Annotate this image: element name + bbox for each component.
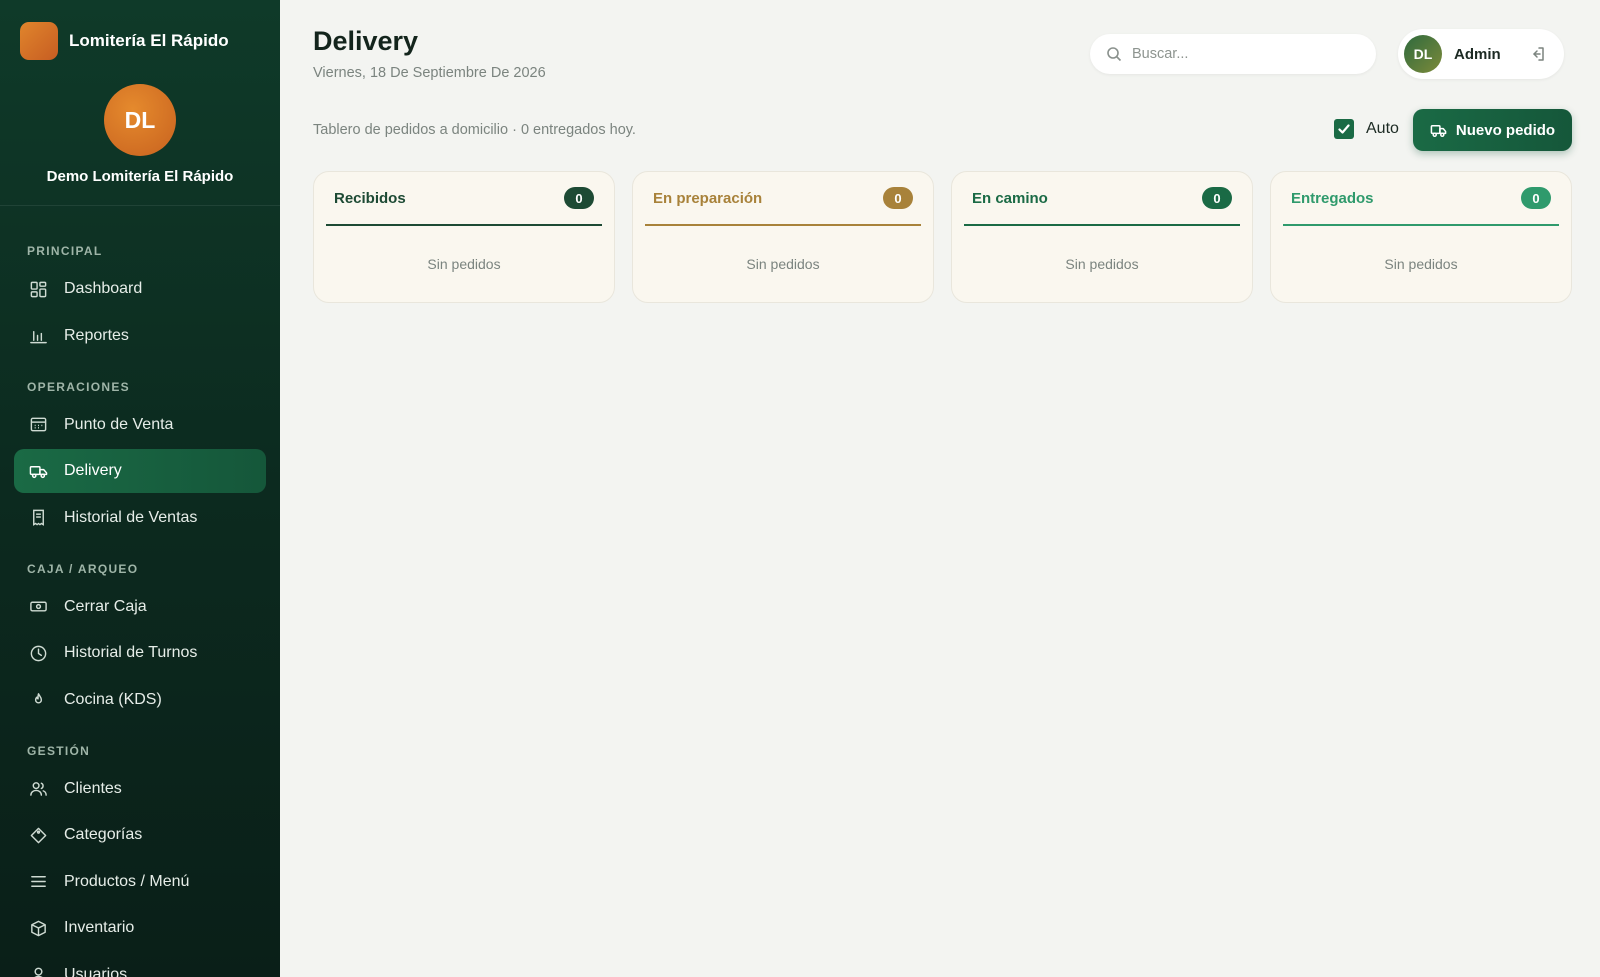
page-date: Viernes, 18 De Septiembre De 2026 bbox=[313, 65, 546, 81]
sidebar-item-inventario[interactable]: Inventario bbox=[14, 906, 266, 950]
sidebar-item-label: Categorías bbox=[64, 826, 143, 843]
column-title: En camino bbox=[972, 189, 1048, 207]
truck-icon bbox=[1430, 122, 1447, 139]
sidebar-item-historial-de-ventas[interactable]: Historial de Ventas bbox=[14, 496, 266, 540]
clock-icon bbox=[28, 643, 48, 663]
user-icon bbox=[28, 965, 48, 977]
board-column-en-camino: En camino 0 Sin pedidos bbox=[951, 171, 1253, 303]
sidebar-item-cocina-kds[interactable]: Cocina (KDS) bbox=[14, 678, 266, 722]
sidebar-item-usuarios[interactable]: Usuarios bbox=[14, 953, 266, 977]
column-empty-text: Sin pedidos bbox=[427, 256, 501, 272]
search-bar[interactable] bbox=[1090, 34, 1376, 74]
brand-logo bbox=[20, 22, 58, 60]
sidebar-item-reportes[interactable]: Reportes bbox=[14, 314, 266, 358]
checkbox-checked-icon[interactable] bbox=[1334, 119, 1354, 139]
column-header: Recibidos 0 bbox=[326, 172, 602, 226]
sidebar-item-punto-de-venta[interactable]: Punto de Venta bbox=[14, 403, 266, 447]
user-avatar: DL bbox=[1404, 35, 1442, 73]
sidebar-item-label: Dashboard bbox=[64, 280, 143, 297]
column-header: En preparación 0 bbox=[645, 172, 921, 226]
sidebar-item-historial-de-turnos[interactable]: Historial de Turnos bbox=[14, 631, 266, 675]
sidebar-nav: PRINCIPAL Dashboard Reportes OPERACIONES Pun… bbox=[0, 244, 280, 977]
column-empty-text: Sin pedidos bbox=[1384, 256, 1458, 272]
delivery-board: Recibidos 0 Sin pedidos En preparación 0 Sin … bbox=[313, 171, 1572, 303]
sidebar: Lomitería El Rápido DL Demo Lomitería El… bbox=[0, 0, 280, 977]
users-icon bbox=[28, 779, 48, 799]
board-column-en-preparacion: En preparación 0 Sin pedidos bbox=[632, 171, 934, 303]
column-title: Recibidos bbox=[334, 189, 406, 207]
auto-refresh-checkbox[interactable]: Auto bbox=[1334, 119, 1399, 139]
sidebar-item-label: Productos / Menú bbox=[64, 872, 190, 890]
column-title: En preparación bbox=[653, 189, 763, 207]
nav-section-title: PRINCIPAL bbox=[27, 244, 103, 258]
sidebar-item-dashboard[interactable]: Dashboard bbox=[14, 267, 266, 311]
brand-name: Lomitería El Rápido bbox=[69, 31, 229, 50]
sidebar-item-label: Cerrar Caja bbox=[64, 597, 147, 615]
column-count-badge: 0 bbox=[1202, 187, 1232, 209]
search-input[interactable] bbox=[1132, 46, 1352, 62]
brand[interactable]: Lomitería El Rápido bbox=[0, 0, 280, 60]
user-name: Admin bbox=[1454, 45, 1501, 63]
column-empty-text: Sin pedidos bbox=[746, 256, 820, 272]
box-icon bbox=[28, 918, 48, 938]
sidebar-item-categorias[interactable]: Categorías bbox=[14, 813, 266, 857]
sidebar-item-label: Historial de Turnos bbox=[64, 644, 198, 661]
column-header: Entregados 0 bbox=[1283, 172, 1559, 226]
column-title: Entregados bbox=[1291, 189, 1374, 207]
nav-section-title: OPERACIONES bbox=[27, 379, 130, 394]
sidebar-item-productos-menu[interactable]: Productos / Menú bbox=[14, 860, 266, 904]
sidebar-item-label: Historial de Ventas bbox=[64, 508, 198, 526]
column-count-badge: 0 bbox=[883, 187, 913, 209]
logout-icon[interactable] bbox=[1529, 45, 1547, 63]
search-icon bbox=[1106, 46, 1122, 62]
tag-icon bbox=[28, 825, 48, 845]
flame-icon bbox=[28, 690, 48, 710]
sidebar-item-label: Inventario bbox=[64, 919, 135, 936]
profile-name: Demo Lomitería El Rápido bbox=[46, 168, 234, 185]
column-header: En camino 0 bbox=[964, 172, 1240, 226]
sidebar-item-label: Clientes bbox=[64, 779, 122, 797]
main-content: Delivery Viernes, 18 De Septiembre De 20… bbox=[280, 0, 1600, 977]
profile: DL Demo Lomitería El Rápido bbox=[0, 60, 280, 206]
board-column-recibidos: Recibidos 0 Sin pedidos bbox=[313, 171, 615, 303]
nav-section-title: CAJA / ARQUEO bbox=[27, 561, 139, 576]
user-menu[interactable]: DL Admin bbox=[1398, 29, 1564, 79]
nav-section-title: GESTIÓN bbox=[27, 743, 91, 758]
receipt-icon bbox=[28, 508, 48, 528]
app-root: Lomitería El Rápido DL Demo Lomitería El… bbox=[0, 0, 1600, 977]
column-empty-text: Sin pedidos bbox=[1065, 256, 1139, 272]
auto-label: Auto bbox=[1366, 120, 1399, 137]
board-column-entregados: Entregados 0 Sin pedidos bbox=[1270, 171, 1572, 303]
sidebar-item-cerrar-caja[interactable]: Cerrar Caja bbox=[14, 585, 266, 629]
column-count-badge: 0 bbox=[564, 187, 594, 209]
sidebar-item-label: Reportes bbox=[64, 326, 129, 344]
bar-chart-icon bbox=[28, 326, 48, 346]
register-icon bbox=[28, 415, 48, 435]
sidebar-item-label: Cocina (KDS) bbox=[64, 690, 162, 708]
page-title: Delivery bbox=[313, 26, 419, 56]
grid-icon bbox=[28, 279, 48, 299]
sidebar-item-clientes[interactable]: Clientes bbox=[14, 767, 266, 811]
sidebar-item-label: Punto de Venta bbox=[64, 415, 174, 433]
menu-lines-icon bbox=[28, 872, 48, 892]
new-order-label: Nuevo pedido bbox=[1455, 121, 1556, 139]
sidebar-item-label: Usuarios bbox=[64, 965, 128, 977]
cash-icon bbox=[28, 597, 48, 617]
column-count-badge: 0 bbox=[1521, 187, 1551, 209]
sidebar-item-delivery[interactable]: Delivery bbox=[14, 449, 266, 493]
sidebar-item-label: Delivery bbox=[64, 462, 122, 479]
truck-icon bbox=[28, 461, 48, 481]
profile-avatar: DL bbox=[104, 84, 176, 156]
new-order-button[interactable]: Nuevo pedido bbox=[1413, 109, 1572, 151]
board-subtitle: Tablero de pedidos a domicilio · 0 entre… bbox=[313, 122, 636, 138]
